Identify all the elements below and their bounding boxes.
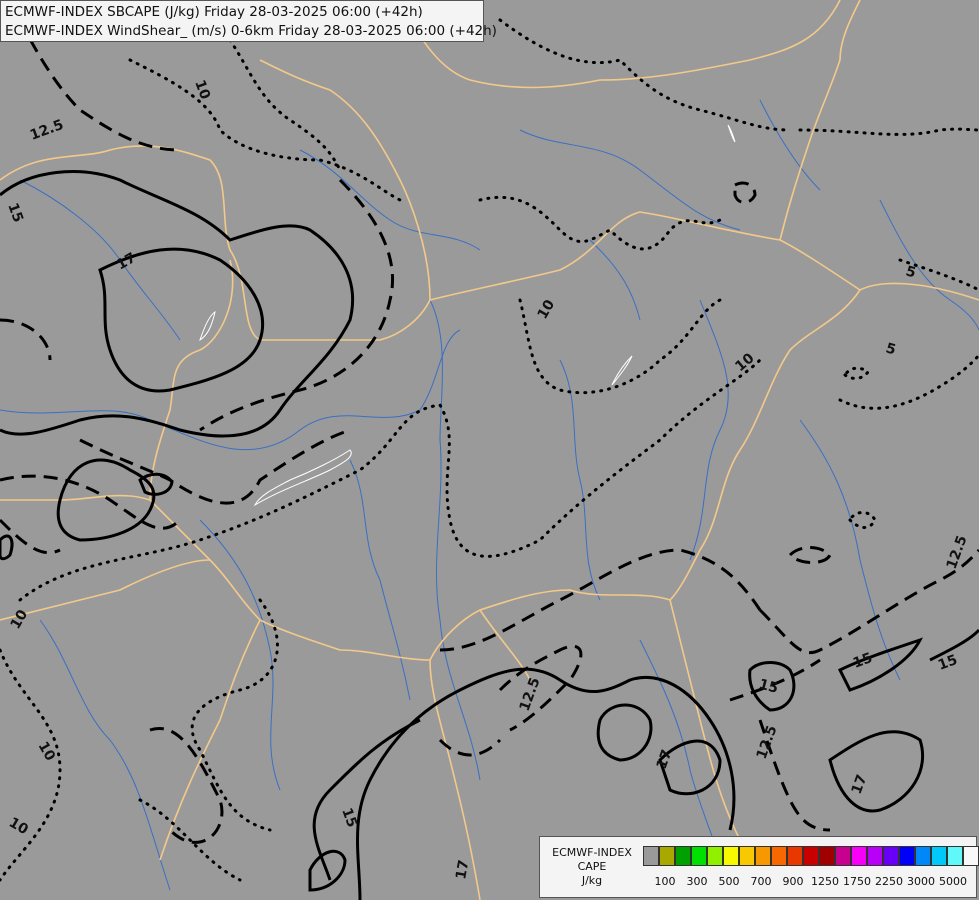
legend-tick-label: 2250	[875, 875, 903, 888]
map-canvas: 10 12.5 15 17 10 10 5 5 12.5 15 15 17 15…	[0, 0, 979, 900]
legend-tick-label: 900	[782, 875, 804, 888]
title-line-windshear: ECMWF-INDEX WindShear_ (m/s) 0-6km Frida…	[5, 23, 497, 39]
legend-swatch	[771, 846, 787, 866]
legend-swatch	[867, 846, 883, 866]
legend-tick-label: 500	[718, 875, 740, 888]
legend-tick-label: 100	[654, 875, 676, 888]
contour-label: 17	[453, 859, 472, 881]
legend-swatch	[819, 846, 835, 866]
legend-swatch	[787, 846, 803, 866]
legend-swatch	[643, 846, 659, 866]
legend-swatch	[931, 846, 947, 866]
legend-tick-label: 5000	[939, 875, 967, 888]
legend-title-unit: J/kg	[581, 874, 603, 887]
legend-tick-label: 1250	[811, 875, 839, 888]
legend-swatch	[947, 846, 963, 866]
legend-tick-label: 3000	[907, 875, 935, 888]
legend-swatch	[707, 846, 723, 866]
legend-swatch	[723, 846, 739, 866]
legend-swatch	[659, 846, 675, 866]
legend-tick-label: 300	[686, 875, 708, 888]
title-line-cape: ECMWF-INDEX SBCAPE (J/kg) Friday 28-03-2…	[5, 4, 423, 20]
legend-swatch	[899, 846, 915, 866]
legend-tick-label: 700	[750, 875, 772, 888]
legend-title: ECMWF-INDEX CAPE J/kg	[544, 846, 640, 888]
legend-swatch	[755, 846, 771, 866]
legend-swatch	[883, 846, 899, 866]
legend-swatch	[851, 846, 867, 866]
cape-legend: ECMWF-INDEX CAPE J/kg 100 300 500 700 900 125…	[539, 836, 979, 898]
legend-swatch	[835, 846, 851, 866]
legend-tick-label: 1750	[843, 875, 871, 888]
legend-swatch	[803, 846, 819, 866]
legend-swatch	[739, 846, 755, 866]
legend-swatch	[963, 846, 979, 866]
legend-tick-labels: 100 300 500 700 900 1250 1750 2250 3000 5000	[643, 875, 973, 889]
legend-swatch	[675, 846, 691, 866]
legend-title-param: CAPE	[577, 860, 607, 873]
legend-swatch	[691, 846, 707, 866]
legend-color-scale	[643, 846, 979, 866]
legend-swatch	[915, 846, 931, 866]
legend-title-model: ECMWF-INDEX	[552, 846, 632, 859]
map-title-box: ECMWF-INDEX SBCAPE (J/kg) Friday 28-03-2…	[0, 0, 497, 42]
